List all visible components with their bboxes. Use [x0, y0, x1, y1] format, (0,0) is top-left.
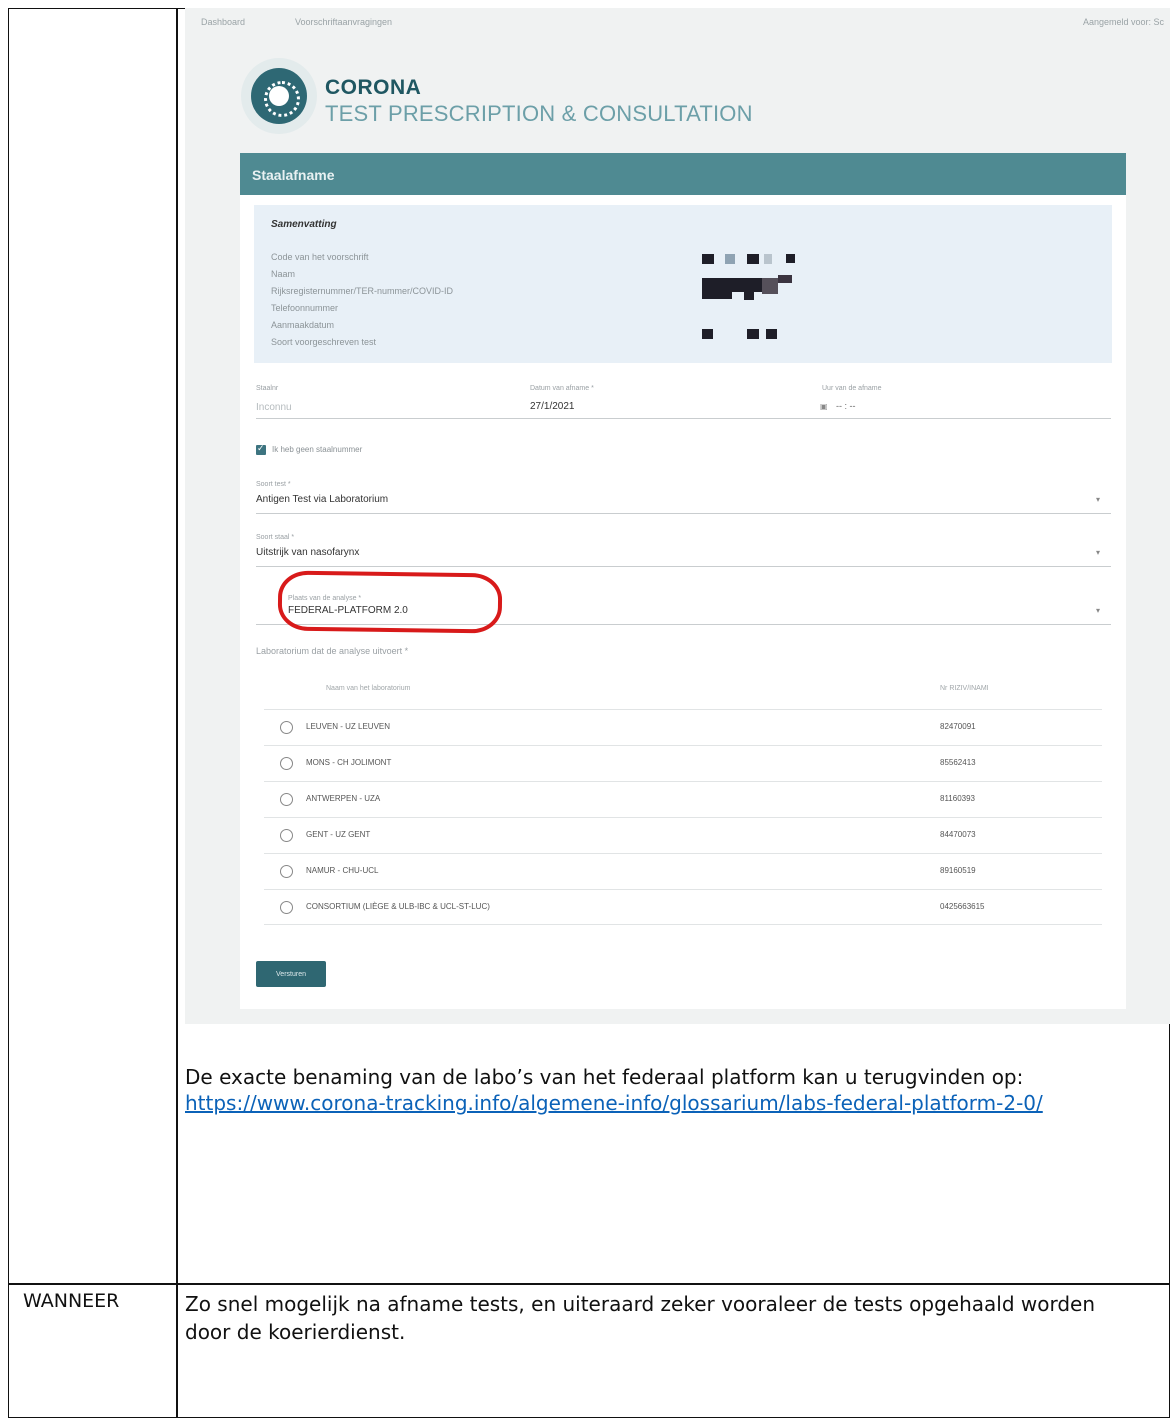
field-underline: [256, 513, 1111, 514]
table-row[interactable]: CONSORTIUM (LIÈGE & ULB-IBC & UCL-ST-LUC…: [264, 889, 1102, 925]
chevron-down-icon[interactable]: ▾: [1096, 606, 1100, 615]
summary-label: Rijksregisternummer/TER-nummer/COVID-ID: [271, 286, 454, 296]
embedded-screenshot: Dashboard Voorschriftaanvragingen Aangem…: [185, 8, 1170, 1024]
redacted-block: [702, 254, 714, 264]
test-type-select[interactable]: Antigen Test via Laboratorium: [256, 494, 388, 505]
row-text-wanneer: Zo snel mogelijk na afname tests, en uit…: [185, 1292, 1096, 1344]
status-label: Staalnr: [256, 385, 279, 392]
lab-code: 89160519: [940, 866, 976, 875]
row-divider: [9, 1283, 1169, 1285]
lab-section-label: Laboratorium dat de analyse uitvoert *: [256, 646, 409, 656]
no-sample-label: Ik heb geen staalnummer: [272, 445, 363, 454]
summary-label: Code van het voorschrift: [271, 252, 369, 262]
field-underline: [256, 566, 1111, 567]
time-input[interactable]: -- : --: [836, 401, 856, 411]
summary-label: Naam: [271, 269, 296, 279]
table-row[interactable]: GENT - UZ GENT 84470073: [264, 817, 1102, 853]
table-row[interactable]: NAMUR - CHU-UCL 89160519: [264, 853, 1102, 889]
redacted-block: [766, 329, 777, 339]
summary-label: Aanmaakdatum: [271, 320, 335, 330]
card-title: Staalafname: [252, 167, 335, 183]
virus-icon: [264, 81, 300, 117]
summary-panel: Samenvatting Code van het voorschrift Na…: [254, 205, 1112, 363]
top-navigation: Dashboard Voorschriftaanvragingen Aangem…: [185, 8, 1170, 36]
radio-button[interactable]: [280, 901, 293, 914]
lab-col-code: Nr RIZIV/INAMI: [940, 685, 989, 692]
card-header: Staalafname: [240, 153, 1126, 195]
table-row[interactable]: ANTWERPEN - UZA 81160393: [264, 781, 1102, 817]
chevron-down-icon[interactable]: ▾: [1096, 495, 1100, 504]
lab-name: NAMUR - CHU-UCL: [306, 866, 379, 875]
lab-code: 84470073: [940, 830, 976, 839]
redacted-block: [702, 292, 732, 299]
redacted-block: [747, 254, 759, 264]
lab-col-name: Naam van het laboratorium: [326, 685, 411, 692]
status-value: Inconnu: [256, 402, 292, 413]
brand-subtitle: TEST PRESCRIPTION & CONSULTATION: [325, 101, 753, 126]
radio-button[interactable]: [280, 721, 293, 734]
lab-name: LEUVEN - UZ LEUVEN: [306, 722, 391, 731]
redacted-block: [747, 329, 759, 339]
redacted-block: [778, 275, 792, 283]
annotation-red-circle: [277, 570, 503, 634]
redacted-block: [702, 278, 762, 292]
logo-inner-circle: [251, 68, 307, 124]
paragraph-text: De exacte benaming van de labo’s van het…: [185, 1065, 1024, 1089]
sample-type-select[interactable]: Uitstrijk van nasofarynx: [256, 547, 359, 558]
radio-button[interactable]: [280, 757, 293, 770]
radio-button[interactable]: [280, 829, 293, 842]
nav-dashboard[interactable]: Dashboard: [201, 17, 245, 27]
redacted-block: [725, 254, 735, 264]
chevron-down-icon[interactable]: ▾: [1096, 548, 1100, 557]
brand-title: CORONA: [325, 76, 422, 99]
date-input[interactable]: 27/1/2021: [530, 401, 575, 412]
redacted-block: [786, 254, 795, 263]
redacted-block: [744, 292, 754, 300]
row-label-wanneer: WANNEER: [23, 1290, 120, 1312]
glossary-link[interactable]: https://www.corona-tracking.info/algemen…: [185, 1091, 1043, 1115]
lab-name: CONSORTIUM (LIÈGE & ULB-IBC & UCL-ST-LUC…: [306, 902, 490, 911]
redacted-block: [764, 254, 772, 264]
redacted-block: [702, 329, 713, 339]
submit-button[interactable]: Versturen: [256, 961, 326, 987]
nav-prescriptions[interactable]: Voorschriftaanvragingen: [295, 17, 392, 27]
lab-code: 85562413: [940, 758, 976, 767]
lab-name: GENT - UZ GENT: [306, 830, 371, 839]
sample-collection-card: Staalafname Samenvatting Code van het vo…: [240, 153, 1126, 1009]
summary-title: Samenvatting: [271, 219, 337, 230]
no-sample-checkbox[interactable]: [256, 443, 266, 455]
logged-in-label: Aangemeld voor: Sc: [1082, 17, 1164, 27]
sample-type-label: Soort staal *: [256, 534, 295, 541]
summary-label: Telefoonnummer: [271, 303, 339, 313]
radio-button[interactable]: [280, 793, 293, 806]
summary-labels: Code van het voorschrift Naam Rijksregis…: [271, 249, 453, 351]
lab-code: 82470091: [940, 722, 976, 731]
document-paragraph: De exacte benaming van de labo’s van het…: [185, 1064, 1160, 1116]
table-row[interactable]: MONS - CH JOLIMONT 85562413: [264, 745, 1102, 781]
date-label: Datum van afname *: [530, 385, 594, 392]
lab-code: 81160393: [940, 794, 975, 803]
summary-label: Soort voorgeschreven test: [271, 337, 377, 347]
time-label: Uur van de afname: [822, 385, 882, 392]
radio-button[interactable]: [280, 865, 293, 878]
column-divider: [176, 9, 178, 1417]
redacted-block: [762, 278, 778, 294]
field-underline: [256, 418, 1111, 419]
lab-name: MONS - CH JOLIMONT: [306, 758, 392, 767]
calendar-icon[interactable]: ▣: [820, 402, 828, 411]
test-type-label: Soort test *: [256, 481, 291, 488]
lab-code: 0425663615: [940, 902, 985, 911]
lab-name: ANTWERPEN - UZA: [306, 794, 381, 803]
table-row[interactable]: LEUVEN - UZ LEUVEN 82470091: [264, 709, 1102, 745]
